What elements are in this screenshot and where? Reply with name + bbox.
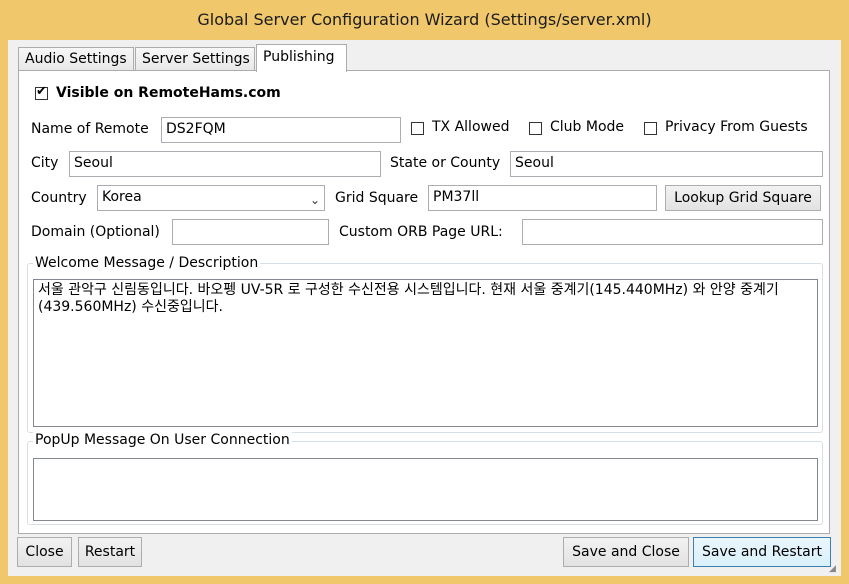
lookup-grid-square-button[interactable]: Lookup Grid Square [665,185,821,211]
wizard-window: Global Server Configuration Wizard (Sett… [0,0,849,584]
club-mode-label: Club Mode [550,119,625,135]
visible-checkbox[interactable]: ✔ [35,84,48,100]
domain-input[interactable] [172,219,329,245]
close-button[interactable]: Close [17,537,72,567]
popup-message-textarea[interactable] [33,458,818,521]
visible-checkbox-label: Visible on RemoteHams.com [56,85,281,101]
tab-audio-settings[interactable]: Audio Settings [18,47,134,71]
state-or-county-input[interactable]: Seoul [510,151,823,177]
welcome-message-textarea[interactable]: 서울 관악구 신림동입니다. 바오펭 UV-5R 로 구성한 수신전용 시스템입… [33,279,818,427]
tx-allowed-checkbox[interactable] [411,122,424,135]
privacy-from-guests-label: Privacy From Guests [665,119,808,135]
save-and-restart-button[interactable]: Save and Restart [693,537,831,567]
save-and-close-button[interactable]: Save and Close [563,537,689,567]
tab-server-settings[interactable]: Server Settings [135,47,255,71]
club-mode-checkbox[interactable] [529,122,542,135]
window-title: Global Server Configuration Wizard (Sett… [197,10,652,29]
name-of-remote-input[interactable]: DS2FQM [161,117,401,143]
client-area: Audio Settings Server Settings Publishin… [8,40,841,576]
grid-square-label: Grid Square [335,190,419,206]
grid-square-input[interactable]: PM37ll [428,185,657,211]
publishing-panel: ✔ Visible on RemoteHams.com Name of Remo… [18,70,830,534]
country-label: Country [31,190,87,206]
privacy-from-guests-checkbox[interactable] [644,122,657,135]
check-icon: ✔ [36,84,47,99]
state-or-county-label: State or County [390,155,501,171]
country-select[interactable]: Korea ⌄ [97,185,325,211]
tab-publishing[interactable]: Publishing [256,44,347,72]
resize-grip-icon[interactable]: ◢ [829,564,839,574]
domain-label: Domain (Optional) [31,224,160,240]
custom-orb-page-url-label: Custom ORB Page URL: [339,224,503,240]
city-input[interactable]: Seoul [69,151,381,177]
country-select-value: Korea [102,189,142,205]
chevron-down-icon: ⌄ [309,193,320,207]
city-label: City [31,155,59,171]
tx-allowed-label: TX Allowed [432,119,510,135]
restart-button[interactable]: Restart [78,537,142,567]
welcome-message-label: Welcome Message / Description [33,254,261,272]
name-of-remote-label: Name of Remote [31,121,149,137]
custom-orb-page-url-input[interactable] [522,219,823,245]
popup-message-label: PopUp Message On User Connection [33,431,292,449]
